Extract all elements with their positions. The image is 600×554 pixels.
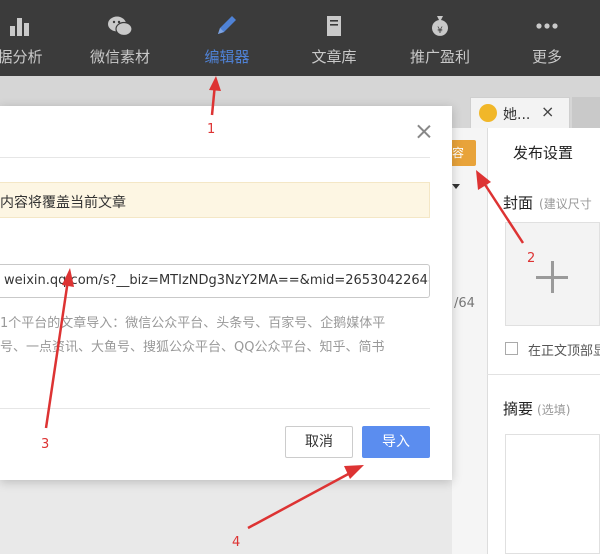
tab-close-icon[interactable]: × xyxy=(541,102,554,121)
cover-section-title: 封面 (建议尺寸 xyxy=(503,192,592,213)
nav-item-label: 推广盈利 xyxy=(409,48,470,66)
annotation-label: 3 xyxy=(41,437,50,452)
nav-item-label: 更多 xyxy=(531,48,562,66)
overwrite-warning: 内容将覆盖当前文章 xyxy=(0,182,430,218)
supported-platforms-text: 1个平台的文章导入：微信公众平台、头条号、百家号、企鹅媒体平 号、一点资讯、大鱼… xyxy=(0,312,430,360)
article-tab-secondary[interactable] xyxy=(572,97,600,129)
publish-settings-label: 发布设置 xyxy=(513,144,574,162)
bar-chart-icon xyxy=(10,18,29,36)
pencil-icon xyxy=(218,16,236,34)
nav-item-label: 据分析 xyxy=(0,48,43,66)
overwrite-warning-text: 内容将覆盖当前文章 xyxy=(0,195,126,211)
money-bag-icon: ¥ xyxy=(432,16,448,36)
nav-item-wechat-materials[interactable]: 微信素材 xyxy=(70,0,170,76)
cover-label: 封面 xyxy=(503,194,534,212)
supported-platforms-line: 1个平台的文章导入：微信公众平台、头条号、百家号、企鹅媒体平 xyxy=(0,316,386,331)
cover-hint: (建议尺寸 xyxy=(539,197,592,211)
annotation-label: 4 xyxy=(232,535,241,550)
show-cover-in-body-checkbox[interactable] xyxy=(505,342,518,355)
cover-upload-box[interactable] xyxy=(505,222,600,326)
summary-hint: (选填) xyxy=(537,403,571,417)
summary-section-title: 摘要 (选填) xyxy=(503,398,570,419)
annotation-label: 1 xyxy=(207,122,216,137)
import-button[interactable]: 导入 xyxy=(362,426,430,458)
nav-item-editor[interactable]: 编辑器 xyxy=(177,0,277,76)
nav-item-article-library[interactable]: 文章库 xyxy=(284,0,384,76)
chevron-down-icon[interactable] xyxy=(452,184,460,189)
article-tab[interactable]: 她... × xyxy=(470,97,570,129)
article-url-input[interactable]: weixin.qq.com/s?__biz=MTIzNDg3NzY2MA==&m… xyxy=(0,264,430,298)
show-cover-in-body-label: 在正文顶部显 xyxy=(528,344,600,359)
supported-platforms-line: 号、一点资讯、大鱼号、搜狐公众平台、QQ公众平台、知乎、简书 xyxy=(0,340,385,355)
divider xyxy=(487,374,600,375)
dialog-footer-divider xyxy=(0,408,430,409)
nav-item-label: 微信素材 xyxy=(89,48,150,66)
annotation-label: 2 xyxy=(527,251,536,266)
dialog-header-divider xyxy=(0,157,430,158)
svg-text:¥: ¥ xyxy=(437,26,443,36)
wechat-icon xyxy=(108,16,133,37)
article-tab-label: 她... xyxy=(503,107,531,123)
import-article-dialog: 内容将覆盖当前文章 weixin.qq.com/s?__biz=MTIzNDg3… xyxy=(0,106,452,480)
plus-icon xyxy=(536,261,568,293)
nav-item-more[interactable]: 更多 xyxy=(497,0,597,76)
char-count: /64 xyxy=(454,296,475,311)
book-icon xyxy=(327,16,341,36)
summary-textarea[interactable] xyxy=(505,434,600,554)
close-icon[interactable] xyxy=(416,123,432,139)
top-navigation: 据分析 微信素材 编辑器 文章库 ¥ 推广盈利 更多 xyxy=(0,0,600,76)
nav-item-label: 文章库 xyxy=(311,48,357,66)
cancel-button[interactable]: 取消 xyxy=(285,426,353,458)
nav-item-promotion[interactable]: ¥ 推广盈利 xyxy=(390,0,490,76)
nav-item-data-analysis[interactable]: 据分析 xyxy=(0,0,70,76)
summary-label: 摘要 xyxy=(503,400,534,418)
tab-publish-settings[interactable]: 发布设置 xyxy=(487,128,600,176)
nav-item-label: 编辑器 xyxy=(204,48,250,66)
article-avatar-icon xyxy=(479,104,497,122)
more-dots-icon xyxy=(536,23,558,29)
